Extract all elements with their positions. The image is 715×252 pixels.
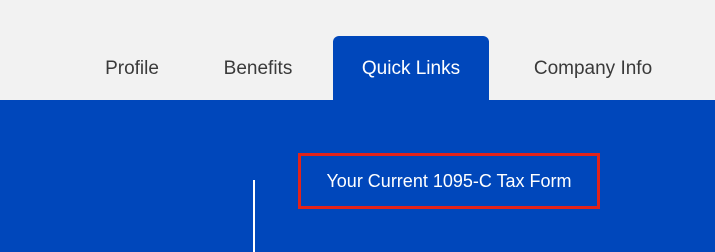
vertical-divider <box>253 180 255 252</box>
app-frame: Profile Benefits Quick Links Company Inf… <box>0 0 715 252</box>
quick-link-label: Your Current 1095-C Tax Form <box>326 170 572 191</box>
tab-bar: Profile Benefits Quick Links Company Inf… <box>0 36 715 100</box>
quick-link-1095c-tax-form[interactable]: Your Current 1095-C Tax Form <box>298 153 600 209</box>
tab-profile[interactable]: Profile <box>88 36 176 100</box>
tab-quick-links[interactable]: Quick Links <box>333 36 489 100</box>
tab-benefits[interactable]: Benefits <box>204 36 312 100</box>
quick-links-panel: Your Current 1095-C Tax Form <box>0 100 715 252</box>
tab-company-info[interactable]: Company Info <box>503 36 683 100</box>
